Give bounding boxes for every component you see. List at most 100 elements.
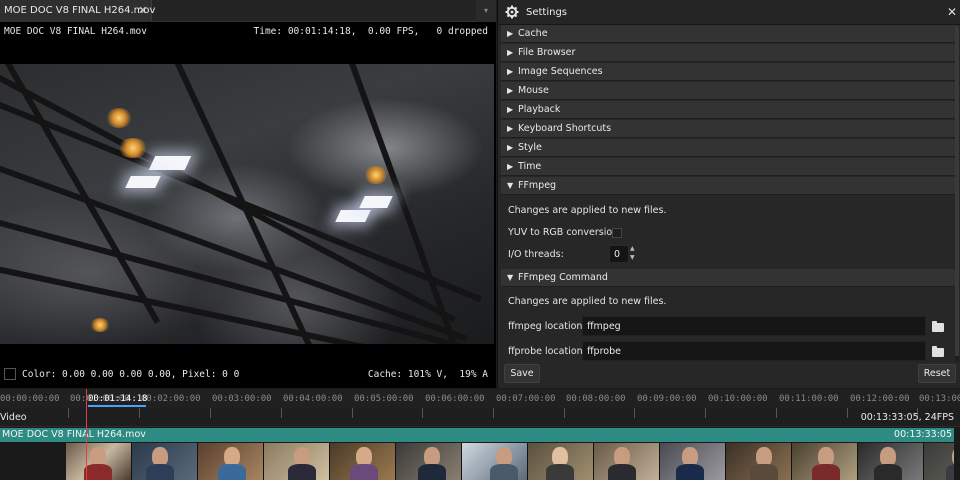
thumbnail	[264, 443, 330, 480]
ffmpeg-location-value: ffmpeg	[587, 321, 621, 332]
ruler-tick-label: 00:03:00:00	[212, 394, 272, 404]
video-clip[interactable]: MOE DOC V8 FINAL H264.mov 00:13:33:05	[0, 428, 954, 442]
yuv-checkbox[interactable]	[612, 228, 622, 238]
video-frame	[0, 64, 494, 344]
tab-file[interactable]: MOE DOC V8 FINAL H264.mov ✕	[0, 0, 156, 22]
spin-up-icon[interactable]: ▲	[630, 245, 635, 252]
ffmpeg-location-label: ffmpeg location:	[508, 321, 586, 332]
thumbnail	[792, 443, 858, 480]
section-label: Playback	[518, 104, 561, 115]
hud-time-info: Time: 00:01:14:18, 0.00 FPS, 0 dropped	[253, 26, 489, 37]
thumbnail	[330, 443, 396, 480]
spin-down-icon[interactable]: ▼	[630, 254, 635, 261]
settings-scrollbar[interactable]	[955, 26, 959, 362]
chevron-right-icon: ▶	[507, 124, 514, 133]
section-label: Style	[518, 142, 542, 153]
timeline[interactable]: 00:00:00:00 00:01:00:00 00:02:00:00 00:0…	[0, 389, 960, 480]
section-label: Keyboard Shortcuts	[518, 123, 612, 134]
chevron-right-icon: ▶	[507, 86, 514, 95]
section-ffmpeg-command[interactable]: ▼ FFmpeg Command	[501, 269, 957, 287]
thumbnail	[396, 443, 462, 480]
tab-label: MOE DOC V8 FINAL H264.mov	[4, 5, 156, 16]
folder-icon[interactable]	[932, 346, 944, 357]
folder-icon[interactable]	[932, 321, 944, 332]
ruler-tick-label: 00:11:00:00	[779, 394, 839, 404]
playhead[interactable]	[86, 389, 87, 480]
ffmpeg-location-field[interactable]: ffmpeg	[582, 316, 926, 336]
io-threads-value: 0	[614, 249, 621, 260]
ruler-tick-label: 00:07:00:00	[496, 394, 556, 404]
viewer-tab-bar: MOE DOC V8 FINAL H264.mov ✕ ▾	[0, 0, 496, 22]
section-keyboard-shortcuts[interactable]: ▶ Keyboard Shortcuts	[501, 120, 957, 138]
settings-title: Settings	[526, 7, 568, 18]
ffprobe-location-value: ffprobe	[587, 346, 621, 357]
close-icon[interactable]: ✕	[947, 5, 957, 19]
section-image-sequences[interactable]: ▶ Image Sequences	[501, 63, 957, 81]
section-label: Mouse	[518, 85, 549, 96]
hud-file-name: MOE DOC V8 FINAL H264.mov	[4, 26, 147, 37]
section-ffmpeg[interactable]: ▼ FFmpeg	[501, 177, 957, 195]
ruler-tick-label: 00:13:00	[919, 394, 960, 404]
chevron-right-icon: ▶	[507, 143, 514, 152]
chevron-right-icon: ▶	[507, 67, 514, 76]
track-duration: 00:13:33:05, 24FPS	[860, 412, 954, 423]
thumbnail	[132, 443, 198, 480]
section-cache[interactable]: ▶ Cache	[501, 25, 957, 43]
ffprobe-location-label: ffprobe location:	[508, 346, 586, 357]
ruler-tick-label: 00:10:00:00	[708, 394, 768, 404]
hud-cache-info: Cache: 101% V, 19% A	[367, 369, 488, 380]
video-viewer[interactable]: MOE DOC V8 FINAL H264.mov ✕ ▾ MOE DOC V8…	[0, 0, 496, 388]
thumbnail	[924, 443, 954, 480]
chevron-right-icon: ▶	[507, 48, 514, 57]
chevron-right-icon: ▶	[507, 162, 514, 171]
tab-menu-chevron-icon[interactable]: ▾	[476, 0, 496, 22]
hud-color-info: Color: 0.00 0.00 0.00 0.00, Pixel: 0 0	[22, 369, 240, 380]
section-label: Cache	[518, 28, 548, 39]
section-time[interactable]: ▶ Time	[501, 158, 957, 176]
scrollbar-thumb[interactable]	[955, 26, 959, 356]
clip-duration: 00:13:33:05	[894, 429, 952, 440]
section-label: Image Sequences	[518, 66, 603, 77]
track-ticks	[0, 408, 960, 427]
ruler-tick-label: 00:04:00:00	[283, 394, 343, 404]
thumbnail	[594, 443, 660, 480]
io-threads-spinbox[interactable]: 0	[609, 245, 629, 263]
current-time-marker	[88, 405, 146, 407]
ruler-tick-label: 00:09:00:00	[637, 394, 697, 404]
chevron-right-icon: ▶	[507, 29, 514, 38]
section-playback[interactable]: ▶ Playback	[501, 101, 957, 119]
section-style[interactable]: ▶ Style	[501, 139, 957, 157]
video-track-row[interactable]: Video 00:13:33:05, 24FPS	[0, 408, 960, 427]
gear-icon	[505, 5, 519, 19]
settings-panel: Settings ✕ ▶ Cache ▶ File Browser ▶ Imag…	[497, 0, 960, 388]
thumbnail	[660, 443, 726, 480]
section-label: File Browser	[518, 47, 576, 58]
section-label: FFmpeg Command	[518, 272, 608, 283]
ruler-tick-label: 00:08:00:00	[566, 394, 626, 404]
track-label: Video	[0, 412, 27, 423]
section-file-browser[interactable]: ▶ File Browser	[501, 44, 957, 62]
ffprobe-location-field[interactable]: ffprobe	[582, 341, 926, 361]
ffmpeg-note: Changes are applied to new files.	[508, 205, 667, 216]
ruler-tick-label: 00:05:00:00	[354, 394, 414, 404]
settings-header: Settings ✕	[498, 0, 960, 25]
ruler-tick-label: 00:06:00:00	[425, 394, 485, 404]
reset-button[interactable]: Reset	[918, 364, 956, 383]
ruler-tick-label: 00:00:00:00	[0, 394, 60, 404]
chevron-down-icon: ▼	[507, 181, 514, 190]
section-mouse[interactable]: ▶ Mouse	[501, 82, 957, 100]
save-button[interactable]: Save	[504, 364, 540, 383]
io-threads-label: I/O threads:	[508, 249, 564, 260]
timeline-ruler[interactable]: 00:00:00:00 00:01:00:00 00:02:00:00 00:0…	[0, 389, 960, 408]
ruler-tick-label: 00:12:00:00	[850, 394, 910, 404]
close-icon[interactable]: ✕	[138, 4, 147, 17]
thumbnail	[858, 443, 924, 480]
section-label: FFmpeg	[518, 180, 557, 191]
chevron-right-icon: ▶	[507, 105, 514, 114]
thumbnail	[528, 443, 594, 480]
section-label: Time	[518, 161, 542, 172]
current-time-label: 00:01:14:18	[88, 394, 148, 404]
clip-name: MOE DOC V8 FINAL H264.mov	[2, 429, 146, 440]
thumbnail	[66, 443, 132, 480]
chevron-down-icon: ▼	[507, 273, 514, 282]
